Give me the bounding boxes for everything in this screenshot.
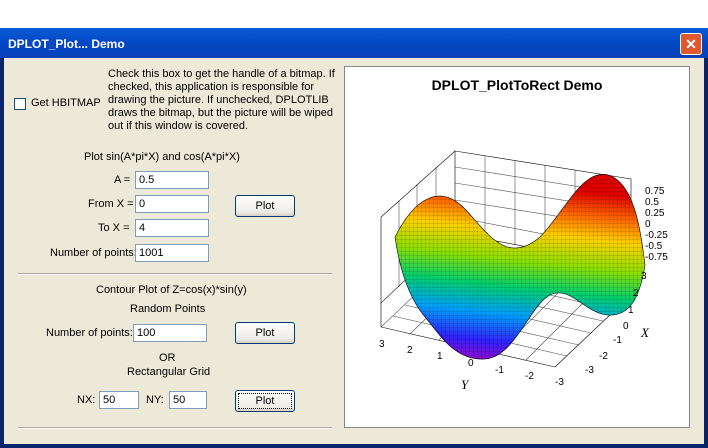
grid-heading: Rectangular Grid	[127, 366, 211, 378]
to-x-label: To X =	[98, 222, 130, 234]
grid-plot-button[interactable]: Plot	[235, 390, 295, 412]
z-axis-ticks: 0.75 0.5 0.25 0 -0.25 -0.5 -0.75	[645, 186, 668, 263]
nx-label: NX:	[77, 394, 96, 406]
separator	[18, 427, 332, 429]
x-tick-label: 2	[633, 288, 639, 299]
z-tick-label: -0.25	[645, 230, 668, 241]
a-label: A =	[114, 174, 131, 186]
ny-input[interactable]	[169, 391, 207, 409]
from-x-label: From X =	[88, 198, 134, 210]
z-tick-label: 0	[645, 219, 651, 230]
close-button[interactable]: ✕	[680, 33, 702, 55]
z-tick-label: 0.5	[645, 197, 659, 208]
x-tick-label: -3	[585, 365, 594, 376]
sin-plot-button[interactable]: Plot	[235, 195, 295, 217]
get-hbitmap-checkbox[interactable]	[14, 98, 26, 110]
z-tick-label: 0.25	[645, 208, 665, 219]
contour-points-input[interactable]	[133, 324, 207, 342]
y-tick-label: -3	[555, 377, 564, 388]
description-line: Check this box to get the handle of a bi…	[108, 68, 335, 80]
dialog-window: DPLOT_Plot... Demo ✕ Get HBITMAP Check t…	[0, 28, 708, 448]
to-x-input[interactable]	[135, 219, 209, 237]
z-tick-label: 0.75	[645, 186, 665, 197]
y-tick-label: -2	[525, 371, 534, 382]
y-tick-label: 0	[468, 358, 474, 369]
separator	[18, 273, 332, 275]
contour-plot-button[interactable]: Plot	[235, 322, 295, 344]
dialog-client-area: Get HBITMAP Check this box to get the ha…	[4, 58, 704, 444]
hbitmap-description: Check this box to get the handle of a bi…	[108, 68, 340, 133]
surface-plot: 0.75 0.5 0.25 0 -0.25 -0.5 -0.75 3 2 1 0…	[379, 150, 668, 392]
y-tick-label: 1	[437, 351, 443, 362]
description-line: out if this window is covered.	[108, 120, 249, 132]
y-tick-label: 3	[379, 339, 385, 350]
y-tick-label: 2	[407, 345, 413, 356]
random-points-heading: Random Points	[130, 303, 206, 315]
z-tick-label: -0.5	[645, 241, 663, 252]
a-input[interactable]	[135, 171, 209, 189]
contour-heading: Contour Plot of Z=cos(x)*sin(y)	[96, 284, 247, 296]
sin-points-input[interactable]	[135, 244, 209, 262]
nx-input[interactable]	[99, 391, 139, 409]
surface-mesh-lines	[395, 174, 645, 360]
description-line: drawing the picture. If unchecked, DPLOT…	[108, 94, 329, 106]
sin-points-label: Number of points:	[50, 247, 137, 259]
x-tick-label: -2	[599, 351, 608, 362]
title-bar[interactable]: DPLOT_Plot... Demo ✕	[0, 28, 708, 58]
x-tick-label: -1	[613, 335, 622, 346]
ny-label: NY:	[146, 394, 164, 406]
x-tick-label: 1	[628, 305, 634, 316]
description-line: checked, this application is responsible…	[108, 81, 315, 93]
x-axis-label: X	[640, 325, 650, 340]
window-title: DPLOT_Plot... Demo	[8, 37, 125, 51]
sin-section-heading: Plot sin(A*pi*X) and cos(A*pi*X)	[84, 151, 240, 163]
close-icon: ✕	[685, 36, 697, 52]
or-label: OR	[159, 352, 176, 364]
contour-points-label: Number of points:	[46, 327, 133, 339]
x-tick-label: 3	[641, 271, 647, 282]
get-hbitmap-label[interactable]: Get HBITMAP	[31, 97, 101, 109]
y-tick-label: -1	[495, 365, 504, 376]
z-tick-label: -0.75	[645, 252, 668, 263]
from-x-input[interactable]	[135, 195, 209, 213]
y-axis-label: Y	[461, 377, 470, 392]
description-line: draws the bitmap, but the picture will b…	[108, 107, 334, 119]
x-tick-label: 0	[623, 321, 629, 332]
plot-area: DPLOT_PlotToRect Demo 0.75 0.5 0.25 0 -0…	[344, 66, 690, 428]
